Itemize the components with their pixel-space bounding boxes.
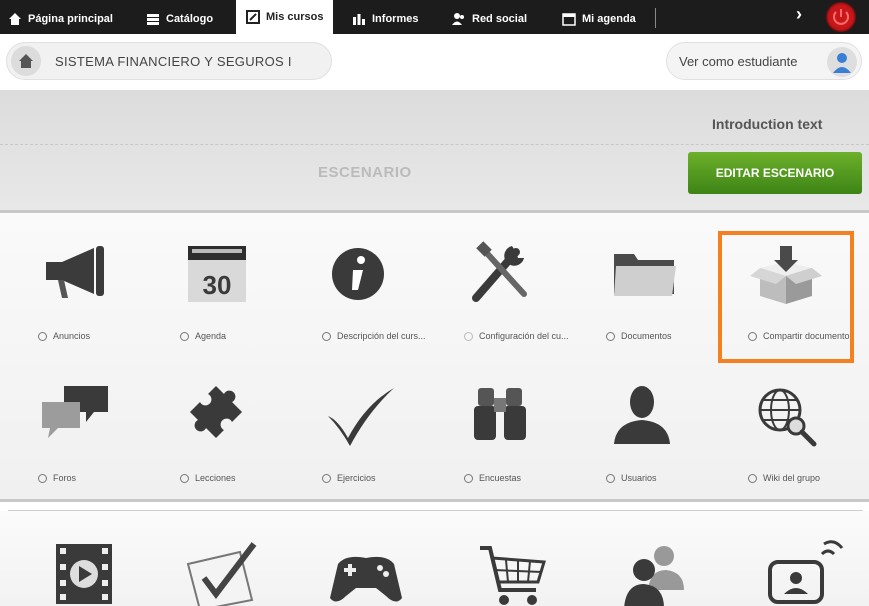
tool-wiki[interactable]: Wiki del grupo bbox=[714, 360, 854, 500]
visibility-icon[interactable] bbox=[180, 474, 189, 483]
visibility-icon[interactable] bbox=[38, 474, 47, 483]
view-as-student-label: Ver como estudiante bbox=[679, 53, 798, 69]
tab-agenda-label: Mi agenda bbox=[582, 13, 636, 25]
power-icon[interactable] bbox=[826, 2, 856, 32]
tab-my-courses[interactable]: Mis cursos bbox=[236, 0, 334, 34]
tool-descripcion[interactable]: Descripción del curs... bbox=[288, 218, 428, 358]
tool-agenda-label: Agenda bbox=[180, 331, 290, 342]
tab-catalog[interactable]: Catálogo bbox=[146, 4, 213, 34]
settings-tools-icon bbox=[472, 241, 527, 302]
tool-foros[interactable]: Foros bbox=[4, 360, 144, 500]
user-icon bbox=[614, 386, 670, 444]
house-icon bbox=[19, 54, 33, 68]
calendar-icon: 30 bbox=[188, 246, 246, 302]
avatar bbox=[833, 53, 851, 73]
assessment-check-icon bbox=[186, 542, 257, 606]
tab-reports[interactable]: Informes bbox=[352, 4, 418, 34]
visibility-icon[interactable] bbox=[464, 332, 473, 341]
tab-social[interactable]: Red social bbox=[452, 4, 527, 34]
tool-anuncios[interactable]: Anuncios bbox=[4, 218, 144, 358]
tab-catalog-label: Catálogo bbox=[166, 13, 214, 25]
binoculars-icon bbox=[474, 388, 526, 440]
visibility-icon[interactable] bbox=[606, 474, 615, 483]
forum-icon bbox=[42, 386, 108, 438]
tab-social-label: Red social bbox=[472, 13, 528, 25]
course-title: SISTEMA FINANCIERO Y SEGUROS I bbox=[55, 53, 292, 69]
edit-scenario-button[interactable]: EDITAR ESCENARIO bbox=[688, 152, 862, 194]
tool-shop[interactable] bbox=[440, 520, 580, 606]
reports-icon bbox=[353, 14, 365, 25]
visibility-icon[interactable] bbox=[322, 332, 331, 341]
gamepad-icon bbox=[330, 556, 402, 602]
top-nav-bar bbox=[0, 0, 869, 34]
section-divider bbox=[0, 499, 869, 502]
tool-configuracion-label: Configuración del cu... bbox=[464, 331, 574, 342]
tool-games[interactable] bbox=[296, 520, 436, 606]
nav-separator bbox=[655, 8, 656, 28]
tab-agenda[interactable]: Mi agenda bbox=[562, 4, 636, 34]
tool-ejercicios[interactable]: Ejercicios bbox=[288, 360, 428, 500]
tool-agenda[interactable]: 30 Agenda bbox=[146, 218, 286, 358]
tab-home[interactable]: Página principal bbox=[8, 4, 113, 34]
tool-groups[interactable] bbox=[584, 520, 724, 606]
view-as-student-button[interactable]: Ver como estudiante bbox=[666, 42, 862, 80]
videoconference-icon bbox=[768, 540, 844, 604]
tool-usuarios[interactable]: Usuarios bbox=[572, 360, 712, 500]
tool-lecciones[interactable]: Lecciones bbox=[146, 360, 286, 500]
tab-home-label: Página principal bbox=[28, 13, 113, 25]
tool-videoconference[interactable] bbox=[728, 520, 868, 606]
nav-next-icon[interactable]: › bbox=[796, 4, 802, 25]
checkmark-icon bbox=[328, 388, 394, 446]
calendar-day: 30 bbox=[203, 270, 232, 300]
course-home-icon[interactable] bbox=[11, 46, 41, 76]
tool-documentos-label: Documentos bbox=[606, 331, 716, 342]
tool-descripcion-label: Descripción del curs... bbox=[322, 331, 432, 342]
logout-icon bbox=[833, 9, 849, 25]
tool-encuestas[interactable]: Encuestas bbox=[430, 360, 570, 500]
tool-lecciones-label: Lecciones bbox=[180, 473, 290, 484]
student-avatar-icon bbox=[827, 47, 857, 77]
tool-anuncios-label: Anuncios bbox=[38, 331, 148, 342]
courses-icon bbox=[246, 10, 260, 24]
tool-wiki-label: Wiki del grupo bbox=[748, 473, 858, 484]
visibility-icon[interactable] bbox=[322, 474, 331, 483]
globe-search-icon bbox=[758, 388, 817, 447]
home-icon bbox=[9, 13, 21, 25]
tool-assessment[interactable] bbox=[150, 520, 290, 606]
visibility-icon[interactable] bbox=[38, 332, 47, 341]
section-divider-thin bbox=[8, 510, 863, 511]
cart-icon bbox=[480, 546, 546, 605]
tool-video[interactable] bbox=[14, 520, 154, 606]
social-icon bbox=[452, 13, 464, 25]
video-icon bbox=[56, 544, 112, 604]
catalog-icon bbox=[147, 14, 159, 25]
visibility-icon[interactable] bbox=[606, 332, 615, 341]
tab-my-courses-label: Mis cursos bbox=[266, 11, 324, 23]
tool-foros-label: Foros bbox=[38, 473, 148, 484]
agenda-icon bbox=[562, 13, 576, 26]
highlight-box bbox=[718, 231, 854, 363]
course-breadcrumb[interactable]: SISTEMA FINANCIERO Y SEGUROS I bbox=[6, 42, 332, 80]
megaphone-icon bbox=[46, 246, 104, 298]
scenario-divider bbox=[0, 144, 869, 145]
info-icon bbox=[332, 248, 384, 300]
tool-ejercicios-label: Ejercicios bbox=[322, 473, 432, 484]
visibility-icon[interactable] bbox=[748, 474, 757, 483]
tool-documentos[interactable]: Documentos bbox=[572, 218, 712, 358]
scenario-title: ESCENARIO bbox=[318, 164, 412, 181]
puzzle-icon bbox=[190, 386, 242, 438]
tool-usuarios-label: Usuarios bbox=[606, 473, 716, 484]
folder-icon bbox=[614, 254, 676, 296]
introduction-text-title: Introduction text bbox=[712, 116, 823, 132]
visibility-icon[interactable] bbox=[464, 474, 473, 483]
visibility-icon[interactable] bbox=[180, 332, 189, 341]
tool-configuracion[interactable]: Configuración del cu... bbox=[430, 218, 570, 358]
groups-icon bbox=[624, 546, 684, 606]
tool-encuestas-label: Encuestas bbox=[464, 473, 574, 484]
tab-reports-label: Informes bbox=[372, 13, 419, 25]
